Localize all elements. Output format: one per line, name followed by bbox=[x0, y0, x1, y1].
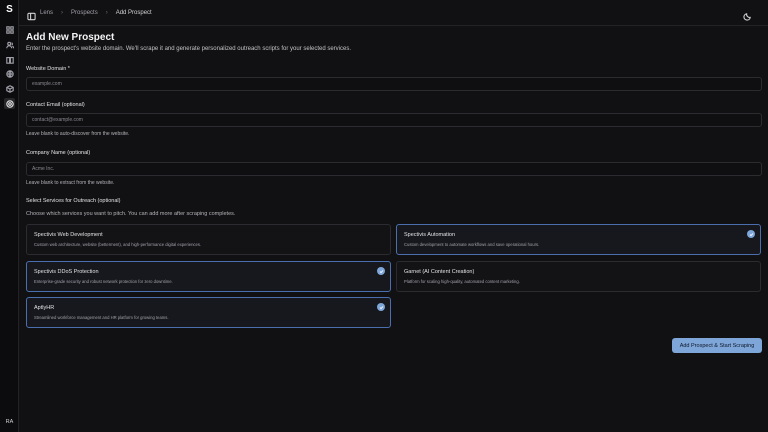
service-description: Streamlined workforce management and HR … bbox=[34, 315, 169, 320]
breadcrumb-current: Add Prospect bbox=[115, 10, 152, 16]
breadcrumb: Lens › Prospects › Add Prospect bbox=[40, 0, 152, 26]
top-bar: Lens › Prospects › Add Prospect bbox=[19, 0, 768, 26]
package-icon[interactable] bbox=[4, 83, 15, 94]
dashboard-icon[interactable] bbox=[4, 24, 15, 35]
breadcrumb-prospects[interactable]: Prospects bbox=[71, 10, 98, 16]
domain-label: Website Domain * bbox=[26, 66, 70, 72]
service-title: Garnet (AI Content Creation) bbox=[404, 269, 475, 275]
service-card-automation[interactable]: Spectivis Automation Custom development … bbox=[396, 224, 761, 255]
service-card-aptlyhr[interactable]: AptlyHR Streamlined workforce management… bbox=[26, 297, 391, 328]
service-card-web-development[interactable]: Spectivis Web Development Custom web arc… bbox=[26, 224, 391, 255]
services-label: Select Services for Outreach (optional) bbox=[26, 198, 121, 204]
theme-toggle-icon[interactable] bbox=[743, 8, 752, 21]
globe-icon[interactable] bbox=[4, 68, 15, 79]
users-icon[interactable] bbox=[4, 39, 15, 50]
service-title: Spectivis Automation bbox=[404, 232, 456, 238]
lens-icon[interactable] bbox=[4, 98, 15, 109]
service-title: Spectivis DDoS Protection bbox=[34, 269, 99, 275]
chevron-right-icon: › bbox=[105, 10, 108, 16]
sidebar: S RA bbox=[0, 0, 19, 432]
add-prospect-button[interactable]: Add Prospect & Start Scraping bbox=[672, 338, 762, 353]
company-input[interactable] bbox=[26, 162, 762, 176]
check-icon bbox=[747, 230, 755, 238]
service-description: Enterprise-grade security and robust net… bbox=[34, 279, 173, 284]
book-icon[interactable] bbox=[4, 54, 15, 65]
domain-input[interactable] bbox=[26, 77, 762, 91]
services-hint: Choose which services you want to pitch.… bbox=[26, 211, 236, 217]
service-title: Spectivis Web Development bbox=[34, 232, 103, 238]
check-icon bbox=[377, 267, 385, 275]
page-title: Add New Prospect bbox=[26, 32, 115, 43]
page-subtitle: Enter the prospect's website domain. We'… bbox=[26, 46, 352, 52]
company-label: Company Name (optional) bbox=[26, 150, 91, 156]
service-description: Platform for scaling high-quality, autom… bbox=[404, 279, 520, 284]
service-title: AptlyHR bbox=[34, 305, 55, 311]
chevron-right-icon: › bbox=[61, 10, 64, 16]
avatar[interactable]: RA bbox=[2, 417, 17, 428]
email-hint: Leave blank to auto-discover from the we… bbox=[26, 131, 130, 137]
check-icon bbox=[377, 303, 385, 311]
company-hint: Leave blank to extract from the website. bbox=[26, 180, 115, 186]
email-input[interactable] bbox=[26, 113, 762, 127]
sidebar-toggle-icon[interactable] bbox=[27, 8, 36, 21]
app-logo[interactable]: S bbox=[4, 4, 15, 15]
service-description: Custom development to automate workflows… bbox=[404, 242, 540, 247]
service-description: Custom web architecture, website (better… bbox=[34, 242, 202, 247]
service-card-garnet[interactable]: Garnet (AI Content Creation) Platform fo… bbox=[396, 261, 761, 292]
service-card-ddos-protection[interactable]: Spectivis DDoS Protection Enterprise-gra… bbox=[26, 261, 391, 292]
breadcrumb-lens[interactable]: Lens bbox=[40, 10, 53, 16]
email-label: Contact Email (optional) bbox=[26, 102, 85, 108]
